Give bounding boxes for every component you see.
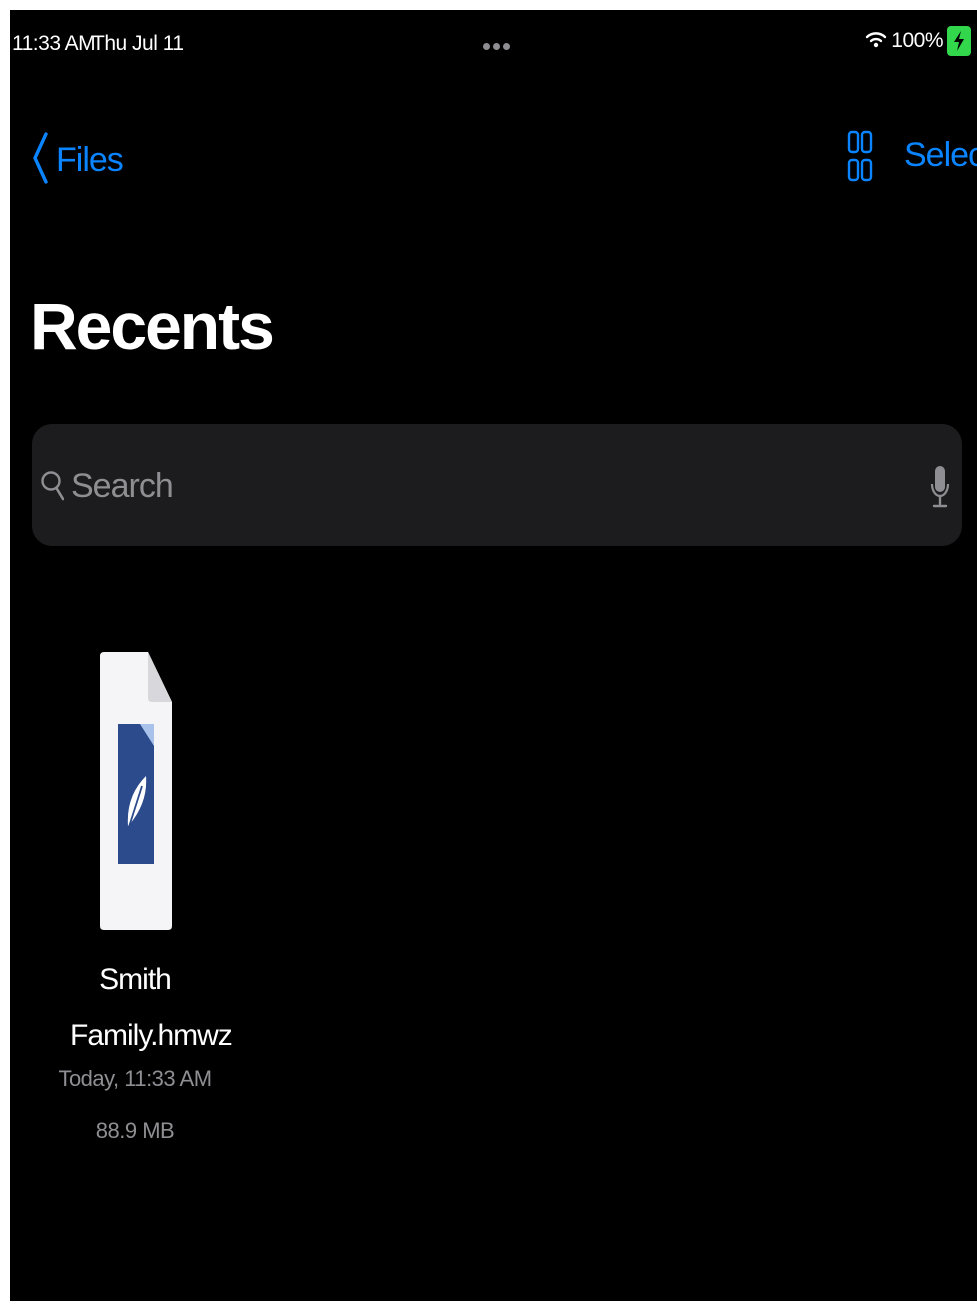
wifi-icon bbox=[865, 29, 887, 54]
status-time: 11:33 AM bbox=[12, 32, 96, 55]
files-app-screen: 11:33 AM Thu Jul 11 100% Files Selec Rec… bbox=[10, 10, 977, 1301]
file-modified-date: Today, 11:33 AM bbox=[58, 1066, 212, 1091]
battery-charging-icon bbox=[947, 26, 971, 56]
status-date: Thu Jul 11 bbox=[92, 32, 184, 55]
back-to-files-button[interactable]: Files bbox=[32, 132, 124, 189]
document-feather-icon bbox=[98, 650, 174, 937]
status-right-cluster: 100% bbox=[865, 26, 971, 56]
battery-percent: 100% bbox=[891, 29, 943, 52]
microphone-icon[interactable] bbox=[930, 464, 950, 515]
file-name: Smith Family.hmwz bbox=[70, 963, 233, 1052]
search-icon bbox=[40, 468, 65, 507]
grid-view-icon[interactable] bbox=[847, 128, 873, 189]
select-button[interactable]: Select bbox=[904, 136, 977, 175]
back-label: Files bbox=[56, 141, 124, 179]
chevron-left-icon bbox=[32, 132, 48, 189]
multitasking-dots-icon[interactable] bbox=[483, 43, 510, 50]
file-size: 88.9 MB bbox=[95, 1118, 175, 1143]
page-title: Recents bbox=[30, 289, 275, 363]
search-bar[interactable] bbox=[32, 424, 962, 546]
search-input[interactable] bbox=[69, 454, 923, 518]
